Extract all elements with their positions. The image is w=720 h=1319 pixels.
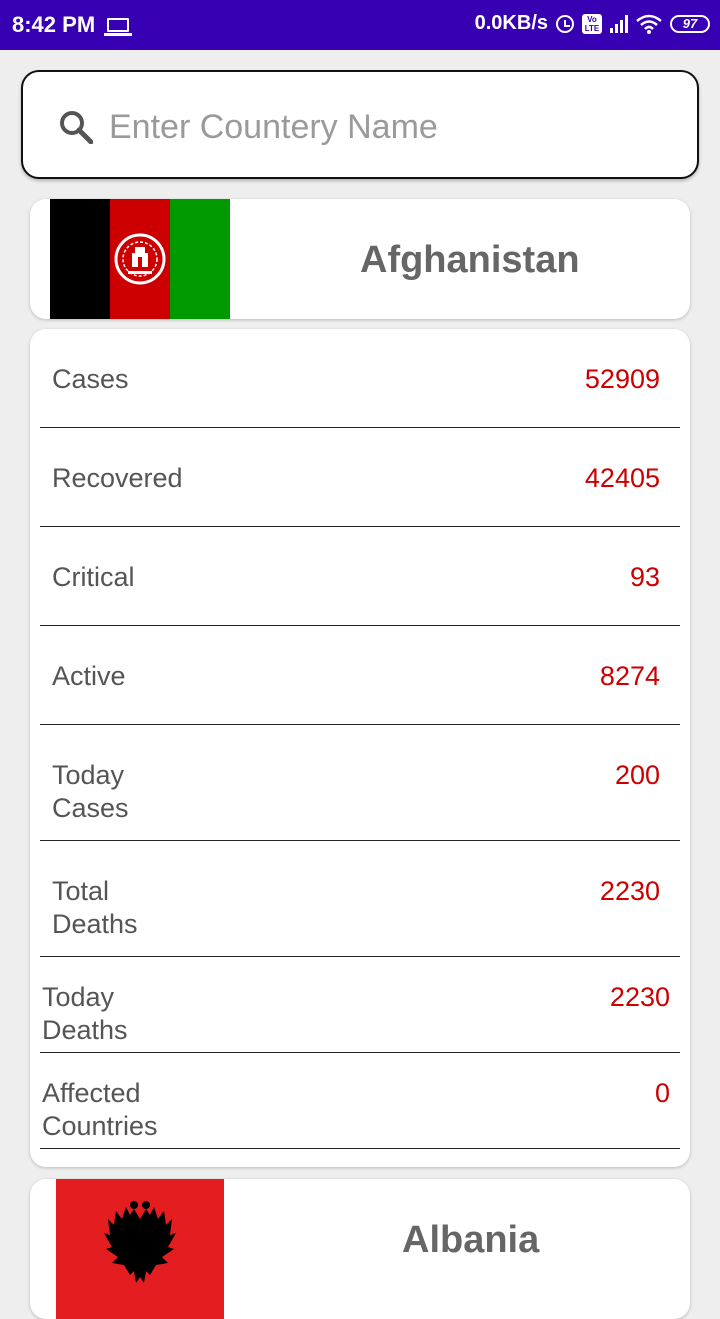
stat-row-today-cases: Today Cases 200 <box>40 725 680 841</box>
stat-row-today-deaths: Today Deaths 2230 <box>40 957 680 1053</box>
alarm-icon <box>556 14 574 33</box>
stat-label: Today Cases <box>52 760 129 823</box>
stat-row-critical: Critical 93 <box>40 527 680 626</box>
stat-value: 2230 <box>599 876 660 906</box>
country-name: Albania <box>402 1219 540 1261</box>
stat-value: 200 <box>614 760 660 790</box>
stat-label: Active <box>52 661 126 691</box>
stat-value: 8274 <box>599 661 660 691</box>
search-icon <box>60 111 93 144</box>
stat-label: Total Deaths <box>52 876 138 939</box>
stat-row-active: Active 8274 <box>40 626 680 725</box>
search-box[interactable] <box>21 70 699 179</box>
stat-value: 93 <box>629 562 660 592</box>
country-card[interactable]: Albania <box>30 1179 690 1319</box>
stat-label: Recovered <box>52 463 183 493</box>
status-left: 8:42 PM <box>12 12 133 38</box>
albania-flag-icon <box>56 1179 224 1319</box>
signal-icon <box>610 14 628 33</box>
stat-row-affected-countries: Affected Countries 0 <box>40 1053 680 1149</box>
status-bar: 8:42 PM 0.0KB/s Vo LTE 97 <box>0 0 720 50</box>
stats-card: Cases 52909 Recovered 42405 Critical 93 … <box>30 329 690 1167</box>
stat-label: Affected Countries <box>42 1078 158 1141</box>
status-time: 8:42 PM <box>12 12 96 37</box>
wifi-icon <box>636 14 662 34</box>
stat-value: 2230 <box>609 982 670 1012</box>
stat-label: Critical <box>52 562 135 592</box>
stat-row-total-deaths: Total Deaths 2230 <box>40 841 680 957</box>
afghanistan-flag-icon <box>50 199 230 319</box>
battery-icon: 97 <box>670 14 710 33</box>
stat-row-recovered: Recovered 42405 <box>40 428 680 527</box>
country-card[interactable]: Afghanistan <box>30 199 690 319</box>
stat-value: 0 <box>654 1078 670 1108</box>
stat-value: 42405 <box>584 463 660 493</box>
status-right: 0.0KB/s Vo LTE 97 <box>475 12 710 35</box>
stat-label: Cases <box>52 364 129 394</box>
laptop-icon <box>104 18 133 36</box>
volte-icon: Vo LTE <box>582 13 602 34</box>
stat-value: 52909 <box>584 364 660 394</box>
net-speed: 0.0KB/s <box>474 12 548 34</box>
stat-row-cases: Cases 52909 <box>40 329 680 428</box>
country-name: Afghanistan <box>360 239 580 281</box>
stat-label: Today Deaths <box>42 982 128 1045</box>
search-input[interactable] <box>109 102 669 152</box>
